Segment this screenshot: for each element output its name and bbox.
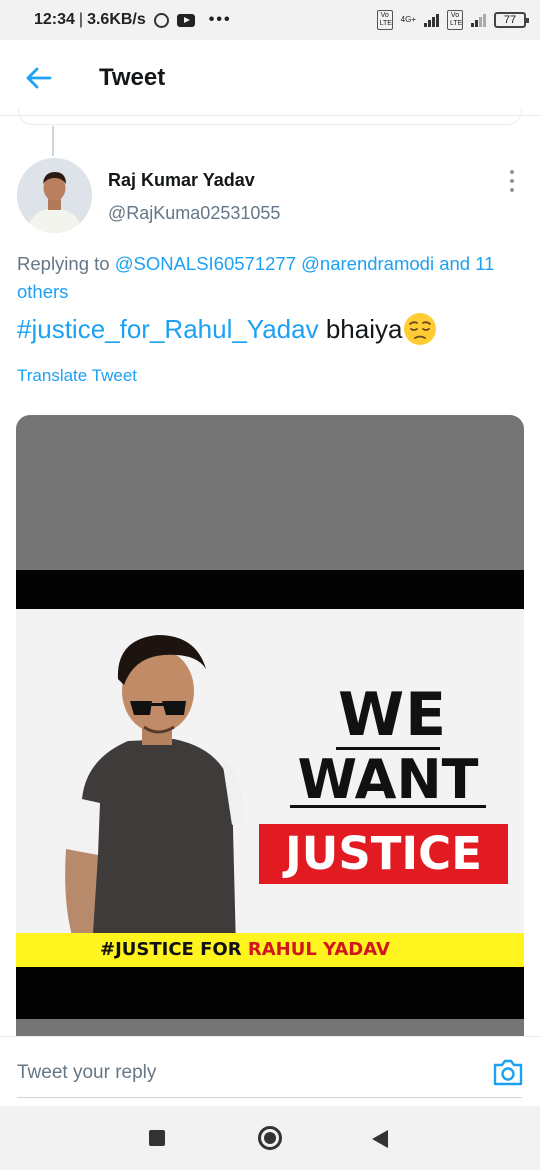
hashtag-link[interactable]: #justice_for_Rahul_Yadav [17, 314, 319, 344]
alarm-icon [153, 12, 169, 28]
poster-word-we: WE [338, 680, 448, 750]
status-network-speed: 3.6KB/s [87, 11, 146, 28]
mention-link-2[interactable]: @narendramodi [301, 253, 434, 274]
reply-input-underline [17, 1097, 522, 1098]
thread-connector-line [52, 126, 54, 156]
reply-composer: Tweet your reply [0, 1036, 540, 1106]
network-type-label: 4G+ [400, 15, 416, 24]
more-vertical-icon[interactable] [505, 170, 519, 192]
signal-sim1-icon [424, 13, 439, 27]
back-arrow-icon[interactable] [24, 66, 52, 90]
poster-person-illustration [65, 635, 244, 947]
previous-tweet-card-edge [18, 108, 522, 125]
image-black-band-top [16, 570, 524, 609]
replying-to-line: Replying to @SONALSI60571277 @narendramo… [17, 250, 522, 306]
nav-home-icon[interactable] [258, 1126, 282, 1150]
status-bar: 12:34 | 3.6KB/s ••• Vo LTE 4G+ Vo LTE 77 [0, 0, 540, 40]
signal-sim2-icon [471, 13, 486, 27]
justice-poster: WE WANT JUSTICE [16, 609, 524, 947]
poster-word-want: WANT [297, 748, 479, 811]
mention-conjunction[interactable]: and [439, 253, 470, 274]
status-time: 12:34 [34, 11, 75, 28]
system-navigation-bar [0, 1106, 540, 1170]
status-separator: | [78, 11, 84, 28]
tweet-text: #justice_for_Rahul_Yadav bhaiya [17, 311, 437, 348]
poster-word-justice: JUSTICE [285, 827, 482, 880]
reply-input[interactable]: Tweet your reply [17, 1062, 156, 1084]
tweet-text-word: bhaiya [325, 314, 403, 344]
youtube-notification-icon [176, 13, 195, 27]
poster-rule-2 [290, 805, 486, 808]
pensive-face-emoji [404, 313, 437, 346]
page-title: Tweet [99, 64, 166, 91]
avatar-photo [17, 158, 92, 233]
image-black-band-bottom [16, 967, 524, 1019]
nav-back-icon[interactable] [372, 1130, 388, 1148]
translate-tweet-link[interactable]: Translate Tweet [17, 366, 137, 386]
banner-name: RAHUL YADAV [247, 939, 390, 960]
author-handle[interactable]: @RajKuma02531055 [108, 203, 280, 224]
author-avatar[interactable] [17, 158, 92, 233]
replying-to-label: Replying to [17, 253, 110, 274]
battery-icon: 77 [494, 12, 529, 28]
poster-justice-box: JUSTICE [259, 824, 508, 884]
tweet-media-image[interactable]: WE WANT JUSTICE #JUSTICE FOR RAHUL YADAV [16, 415, 524, 1045]
volte-sim2-icon: Vo LTE [447, 10, 463, 30]
author-name[interactable]: Raj Kumar Yadav [108, 170, 255, 191]
more-notifications-icon: ••• [208, 11, 232, 28]
banner-prefix: #JUSTICE FOR [100, 939, 242, 960]
camera-icon[interactable] [492, 1057, 524, 1087]
nav-recents-icon[interactable] [149, 1130, 165, 1146]
top-app-bar: Tweet [0, 40, 540, 116]
mention-link-1[interactable]: @SONALSI60571277 [115, 253, 296, 274]
poster-banner-text: #JUSTICE FOR RAHUL YADAV [16, 933, 524, 967]
volte-sim1-icon: Vo LTE [376, 10, 393, 30]
